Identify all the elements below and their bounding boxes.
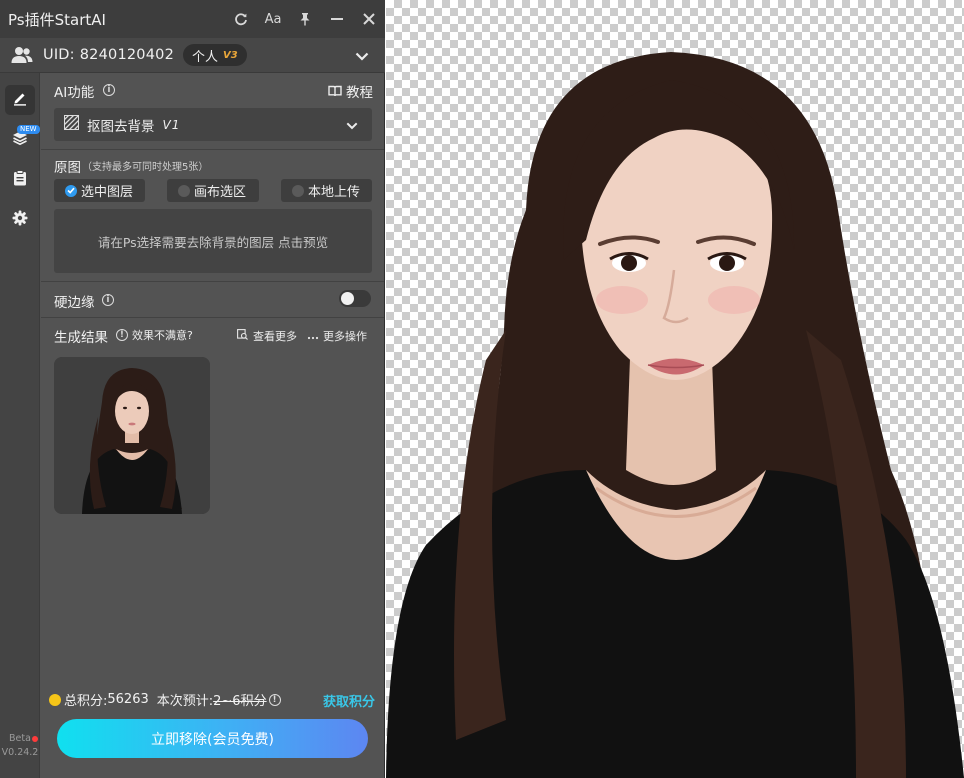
rail-edit-button[interactable]	[5, 85, 35, 115]
info-icon[interactable]: i	[103, 84, 115, 96]
results-label: 生成结果	[54, 330, 108, 346]
coin-icon	[49, 693, 61, 706]
account-bar[interactable]: UID: 8240120402 个人 V3	[0, 38, 385, 73]
divider	[41, 317, 384, 318]
remove-background-button[interactable]: 立即移除(会员免费)	[57, 719, 368, 758]
results-header: 生成结果 ! 效果不满意? 查看更多 更多操作	[41, 326, 384, 346]
more-dots-icon	[307, 330, 319, 343]
source-header: 原图 （支持最多可同时处理5张）	[41, 156, 384, 176]
more-actions-link[interactable]: 更多操作	[307, 328, 367, 344]
preview-dropzone[interactable]: 请在Ps选择需要去除背景的图层 点击预览	[54, 209, 372, 273]
cutout-icon	[63, 114, 80, 134]
divider	[41, 281, 384, 282]
font-size-icon[interactable]: Aa	[257, 0, 289, 38]
tutorial-label: 教程	[346, 85, 373, 101]
option-label: 本地上传	[308, 185, 361, 200]
tutorial-link[interactable]: 教程	[328, 81, 373, 101]
total-points-value: 56263	[107, 692, 149, 707]
toggle-knob	[341, 292, 354, 305]
info-icon: !	[116, 329, 128, 341]
side-rail: NEW Beta V0.24.2	[0, 73, 40, 778]
rail-clipboard-button[interactable]	[5, 165, 35, 195]
feature-version: V1	[162, 117, 181, 132]
estimate-label: 本次预计:	[156, 694, 214, 709]
option-label: 画布选区	[194, 185, 247, 200]
close-icon[interactable]	[353, 0, 385, 38]
result-thumbnail[interactable]	[54, 357, 210, 514]
unsatisfied-label: 效果不满意?	[132, 329, 193, 342]
refresh-icon[interactable]	[225, 0, 257, 38]
plan-badge: 个人 V3	[183, 44, 247, 66]
uid-value: 8240120402	[79, 47, 175, 63]
option-label: 选中图层	[81, 185, 134, 200]
feedback-link[interactable]: ! 效果不满意?	[116, 327, 193, 343]
ai-function-header: AI功能 i 教程	[41, 81, 384, 101]
clipboard-icon	[13, 170, 27, 190]
hard-edge-toggle[interactable]	[339, 290, 371, 307]
pen-icon	[12, 90, 28, 110]
source-label: 原图	[54, 160, 81, 176]
gear-icon	[12, 210, 28, 230]
ai-function-label: AI功能	[54, 85, 95, 101]
feature-select[interactable]: 抠图去背景 V1	[54, 108, 372, 141]
option-local-upload[interactable]: 本地上传	[281, 179, 372, 202]
plugin-panel: Ps插件StartAI Aa UID: 8240120402 个人 V3 NEW…	[0, 0, 385, 778]
pin-icon[interactable]	[289, 0, 321, 38]
chevron-down-icon[interactable]	[355, 46, 369, 65]
option-canvas-selection[interactable]: 画布选区	[167, 179, 259, 202]
info-icon[interactable]: !	[268, 693, 281, 706]
radio-checked-icon	[65, 184, 77, 197]
users-icon	[11, 44, 33, 66]
search-list-icon	[237, 329, 248, 343]
selected-feature: 抠图去背景	[87, 118, 155, 135]
chevron-down-icon	[346, 115, 358, 134]
cutout-portrait-image	[386, 52, 964, 778]
radio-icon	[292, 184, 304, 197]
rail-settings-button[interactable]	[5, 205, 35, 235]
hard-edge-label: 硬边缘	[54, 295, 95, 311]
plan-name: 个人	[192, 49, 219, 65]
divider	[41, 149, 384, 150]
info-icon[interactable]: i	[102, 294, 114, 306]
hard-edge-row: 硬边缘 i	[41, 291, 384, 311]
view-more-link[interactable]: 查看更多	[237, 328, 297, 344]
plan-tier: V3	[223, 49, 238, 61]
minimize-icon[interactable]	[321, 0, 353, 38]
uid-label: UID:	[43, 47, 75, 63]
option-selected-layer[interactable]: 选中图层	[54, 179, 145, 202]
notification-dot	[32, 736, 38, 742]
titlebar: Ps插件StartAI Aa	[0, 0, 385, 38]
view-more-label: 查看更多	[253, 330, 297, 343]
more-actions-label: 更多操作	[323, 330, 367, 343]
total-points-label: 总积分:	[64, 694, 108, 709]
new-badge: NEW	[17, 125, 40, 134]
photoshop-canvas[interactable]	[386, 0, 964, 778]
source-hint: （支持最多可同时处理5张）	[82, 162, 209, 173]
main-content: AI功能 i 教程 抠图去背景 V1 原图 （支持最多可同时处理5张） 选中图层…	[41, 73, 384, 778]
earn-points-link[interactable]: 获取积分	[323, 691, 375, 710]
radio-icon	[178, 184, 190, 197]
estimate-value: 2~6积分	[213, 694, 267, 709]
window-title: Ps插件StartAI	[8, 10, 106, 29]
result-preview-image	[54, 357, 210, 514]
book-icon	[328, 82, 342, 101]
points-summary: 总积分: 56263 本次预计: 2~6积分 !	[49, 690, 281, 709]
version-label: V0.24.2	[1, 747, 39, 758]
